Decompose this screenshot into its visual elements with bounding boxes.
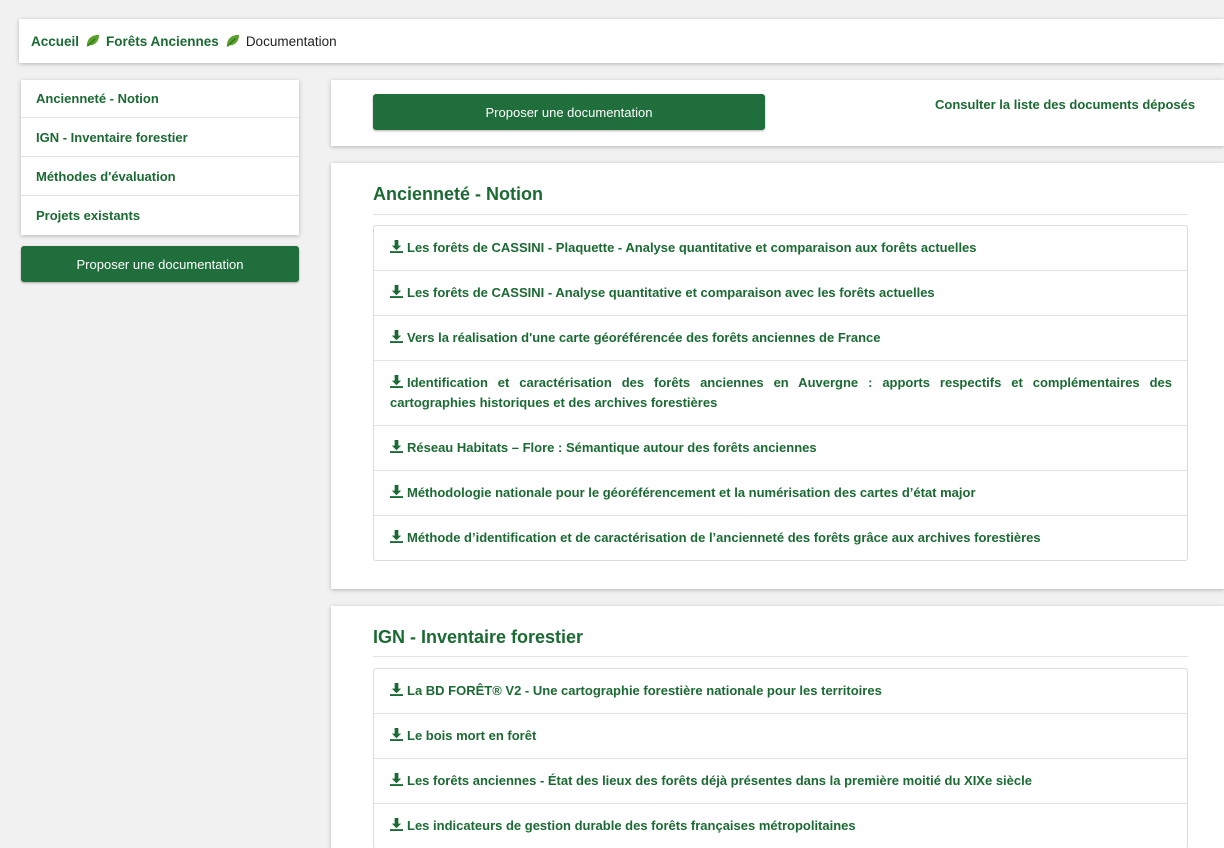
propose-documentation-button[interactable]: Proposer une documentation — [373, 94, 765, 130]
document-link[interactable]: Vers la réalisation d'une carte géoréfér… — [407, 330, 880, 345]
document-link[interactable]: Réseau Habitats – Flore : Sémantique aut… — [407, 440, 817, 455]
action-bar: Proposer une documentation Consulter la … — [331, 80, 1224, 146]
document-item[interactable]: Identification et caractérisation des fo… — [374, 361, 1187, 426]
sidebar-item-anciennete-notion[interactable]: Ancienneté - Notion — [21, 80, 299, 118]
section-title: IGN - Inventaire forestier — [373, 627, 584, 647]
section-divider — [373, 214, 1188, 215]
document-item[interactable]: Vers la réalisation d'une carte géoréfér… — [374, 316, 1187, 361]
consult-documents-link[interactable]: Consulter la liste des documents déposés — [935, 97, 1195, 112]
leaf-icon — [225, 33, 240, 49]
sidebar-propose-documentation-button[interactable]: Proposer une documentation — [21, 246, 299, 282]
document-item[interactable]: Méthodologie nationale pour le géoréfére… — [374, 471, 1187, 516]
document-link[interactable]: Les forêts de CASSINI - Analyse quantita… — [407, 285, 935, 300]
document-list: La BD FORÊT® V2 - Une cartographie fores… — [373, 668, 1188, 848]
document-item[interactable]: La BD FORÊT® V2 - Une cartographie fores… — [374, 669, 1187, 714]
document-link[interactable]: Les forêts anciennes - État des lieux de… — [407, 773, 1032, 788]
document-item[interactable]: Les forêts de CASSINI - Analyse quantita… — [374, 271, 1187, 316]
document-item[interactable]: Les forêts anciennes - État des lieux de… — [374, 759, 1187, 804]
document-item[interactable]: Le bois mort en forêt — [374, 714, 1187, 759]
download-icon — [390, 818, 403, 831]
document-item[interactable]: Les indicateurs de gestion durable des f… — [374, 804, 1187, 848]
document-link[interactable]: Le bois mort en forêt — [407, 728, 536, 743]
download-icon — [390, 485, 403, 498]
download-icon — [390, 773, 403, 786]
breadcrumb-section-link[interactable]: Forêts Anciennes — [106, 34, 219, 49]
document-item[interactable]: Réseau Habitats – Flore : Sémantique aut… — [374, 426, 1187, 471]
sidebar-item-projets-existants[interactable]: Projets existants — [21, 196, 299, 235]
download-icon — [390, 728, 403, 741]
breadcrumb-current: Documentation — [245, 33, 337, 49]
section-divider — [373, 656, 1188, 657]
sidebar-item-methodes-evaluation[interactable]: Méthodes d'évaluation — [21, 157, 299, 196]
document-link[interactable]: Méthodologie nationale pour le géoréfére… — [407, 485, 976, 500]
document-link[interactable]: La BD FORÊT® V2 - Une cartographie fores… — [407, 683, 882, 698]
document-item[interactable]: Les forêts de CASSINI - Plaquette - Anal… — [374, 226, 1187, 271]
download-icon — [390, 285, 403, 298]
section-anciennete-notion: Ancienneté - Notion Les forêts de CASSIN… — [331, 163, 1224, 589]
document-item[interactable]: Méthode d’identification et de caractéri… — [374, 516, 1187, 560]
leaf-icon — [85, 33, 100, 49]
document-list: Les forêts de CASSINI - Plaquette - Anal… — [373, 225, 1188, 561]
document-link[interactable]: Méthode d’identification et de caractéri… — [407, 530, 1041, 545]
sidebar-item-ign-inventaire[interactable]: IGN - Inventaire forestier — [21, 118, 299, 157]
sidebar-nav: Ancienneté - Notion IGN - Inventaire for… — [21, 80, 299, 235]
download-icon — [390, 240, 403, 253]
breadcrumb-home-link[interactable]: Accueil — [31, 34, 79, 49]
document-link[interactable]: Identification et caractérisation des fo… — [390, 375, 1172, 410]
document-link[interactable]: Les forêts de CASSINI - Plaquette - Anal… — [407, 240, 977, 255]
document-link[interactable]: Les indicateurs de gestion durable des f… — [407, 818, 856, 833]
download-icon — [390, 330, 403, 343]
download-icon — [390, 683, 403, 696]
download-icon — [390, 530, 403, 543]
section-title: Ancienneté - Notion — [373, 184, 543, 204]
section-ign-inventaire: IGN - Inventaire forestier La BD FORÊT® … — [331, 606, 1224, 848]
download-icon — [390, 375, 403, 388]
breadcrumb: Accueil Forêts Anciennes Documentation — [19, 19, 1224, 63]
download-icon — [390, 440, 403, 453]
